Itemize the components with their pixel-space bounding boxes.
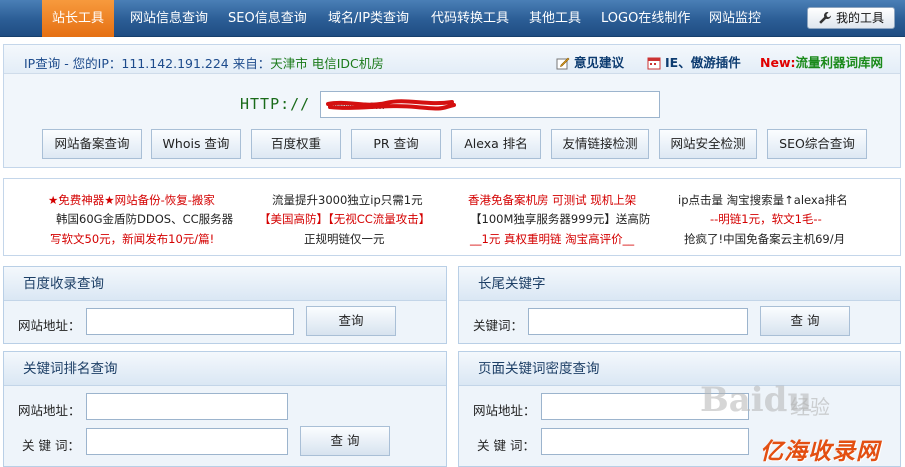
ip-from: 来自： <box>228 56 271 71</box>
calendar-icon <box>647 57 661 70</box>
ip-prefix: IP查询 - 您的IP： <box>24 56 122 71</box>
keyword-label: 关 键 词： <box>22 438 80 453</box>
whois-query-button[interactable]: Whois 查询 <box>151 129 241 159</box>
keyword-label: 关键词： <box>473 318 524 333</box>
density-keyword-input[interactable] <box>541 428 749 455</box>
keyword-rank-title: 关键词排名查询 <box>4 352 446 386</box>
ad-link[interactable]: __1元 真权重明链 淘宝高评价__ <box>470 231 634 247</box>
my-tools-label: 我的工具 <box>835 11 884 25</box>
edit-icon <box>556 57 570 70</box>
new-link-label: 流量利器词库网 <box>795 55 884 70</box>
jingyan-watermark: 经验 <box>790 395 830 419</box>
ip-bar: IP查询 - 您的IP：111.142.191.224 来自：天津市 电信IDC… <box>4 45 900 74</box>
ad-link[interactable]: 【100M独享服务器999元】送高防 <box>470 211 650 227</box>
nav-item-seo-info[interactable]: SEO信息查询 <box>228 0 307 37</box>
http-label: HTTP:// <box>240 95 311 113</box>
nav-item-webmaster-tools[interactable]: 站长工具 <box>42 0 115 37</box>
site-security-check-button[interactable]: 网站安全检测 <box>659 129 757 159</box>
new-badge: New: <box>760 55 796 70</box>
alexa-rank-button[interactable]: Alexa 排名 <box>451 129 541 159</box>
ad-link[interactable]: ★免费神器★网站备份-恢复-搬家 <box>48 192 215 208</box>
ad-link[interactable]: 流量提升3000独立ip只需1元 <box>272 192 423 208</box>
site-url-label: 网站地址： <box>18 403 81 418</box>
ad-link[interactable]: 香港免备案机房 可测试 现机上架 <box>468 192 636 208</box>
my-tools-button[interactable]: 我的工具 <box>807 7 895 29</box>
site-url-label: 网站地址： <box>18 318 81 333</box>
redaction-scribble <box>326 99 456 111</box>
ip-info: IP查询 - 您的IP：111.142.191.224 来自：天津市 电信IDC… <box>24 53 384 72</box>
wrench-icon <box>819 12 831 24</box>
site-logo-overlay: 亿海收录网 <box>760 439 880 465</box>
longtail-query-button[interactable]: 查 询 <box>760 306 850 336</box>
nav-item-site-info[interactable]: 网站信息查询 <box>130 0 208 37</box>
new-link[interactable]: New:流量利器词库网 <box>760 52 883 71</box>
baidu-query-button[interactable]: 查询 <box>306 306 396 336</box>
rank-query-button[interactable]: 查 询 <box>300 426 390 456</box>
ip-location: 天津市 电信IDC机房 <box>270 56 384 71</box>
nav-item-domain-ip[interactable]: 域名/IP类查询 <box>328 0 409 37</box>
ad-link[interactable]: 写软文50元，新闻发布10元/篇! <box>50 231 214 247</box>
nav-item-code-convert[interactable]: 代码转换工具 <box>431 0 509 37</box>
ad-link[interactable]: 韩国60G金盾防DDOS、CC服务器 <box>56 211 233 227</box>
ad-link[interactable]: 抢疯了!中国免备案云主机69/月 <box>684 231 845 247</box>
ip-address: 111.142.191.224 <box>121 56 229 71</box>
feedback-link[interactable]: 意见建议 <box>556 52 624 71</box>
nav-item-site-monitor[interactable]: 网站监控 <box>709 0 761 37</box>
plugin-label: IE、傲游插件 <box>665 55 741 70</box>
feedback-label: 意见建议 <box>574 55 625 70</box>
ad-link[interactable]: 正规明链仅一元 <box>304 231 385 247</box>
baidu-index-title: 百度收录查询 <box>4 267 446 301</box>
friend-link-check-button[interactable]: 友情链接检测 <box>551 129 649 159</box>
seo-overall-query-button[interactable]: SEO综合查询 <box>767 129 867 159</box>
pr-query-button[interactable]: PR 查询 <box>351 129 441 159</box>
ad-link[interactable]: 【美国高防】【无视CC流量攻击】 <box>259 211 430 227</box>
keyword-density-title: 页面关键词密度查询 <box>459 352 900 386</box>
longtail-keyword-input[interactable] <box>528 308 748 335</box>
ad-link[interactable]: ip点击量 淘宝搜索量↑alexa排名 <box>678 192 848 208</box>
baidu-weight-button[interactable]: 百度权重 <box>251 129 341 159</box>
ad-banner: ★免费神器★网站备份-恢复-搬家 韩国60G金盾防DDOS、CC服务器 写软文5… <box>3 178 901 256</box>
icp-query-button[interactable]: 网站备案查询 <box>42 129 142 159</box>
nav-item-logo-maker[interactable]: LOGO在线制作 <box>601 0 690 37</box>
longtail-keyword-title: 长尾关键字 <box>459 267 900 301</box>
rank-site-input[interactable] <box>86 393 288 420</box>
site-url-label: 网站地址： <box>473 403 536 418</box>
nav-item-other-tools[interactable]: 其他工具 <box>529 0 581 37</box>
ad-link[interactable]: --明链1元，软文1毛-- <box>710 211 822 227</box>
plugin-link[interactable]: IE、傲游插件 <box>647 52 741 71</box>
baidu-site-input[interactable] <box>86 308 294 335</box>
top-nav: 站长工具 网站信息查询 SEO信息查询 域名/IP类查询 代码转换工具 其他工具… <box>0 0 905 37</box>
keyword-label: 关 键 词： <box>477 438 535 453</box>
rank-keyword-input[interactable] <box>86 428 288 455</box>
